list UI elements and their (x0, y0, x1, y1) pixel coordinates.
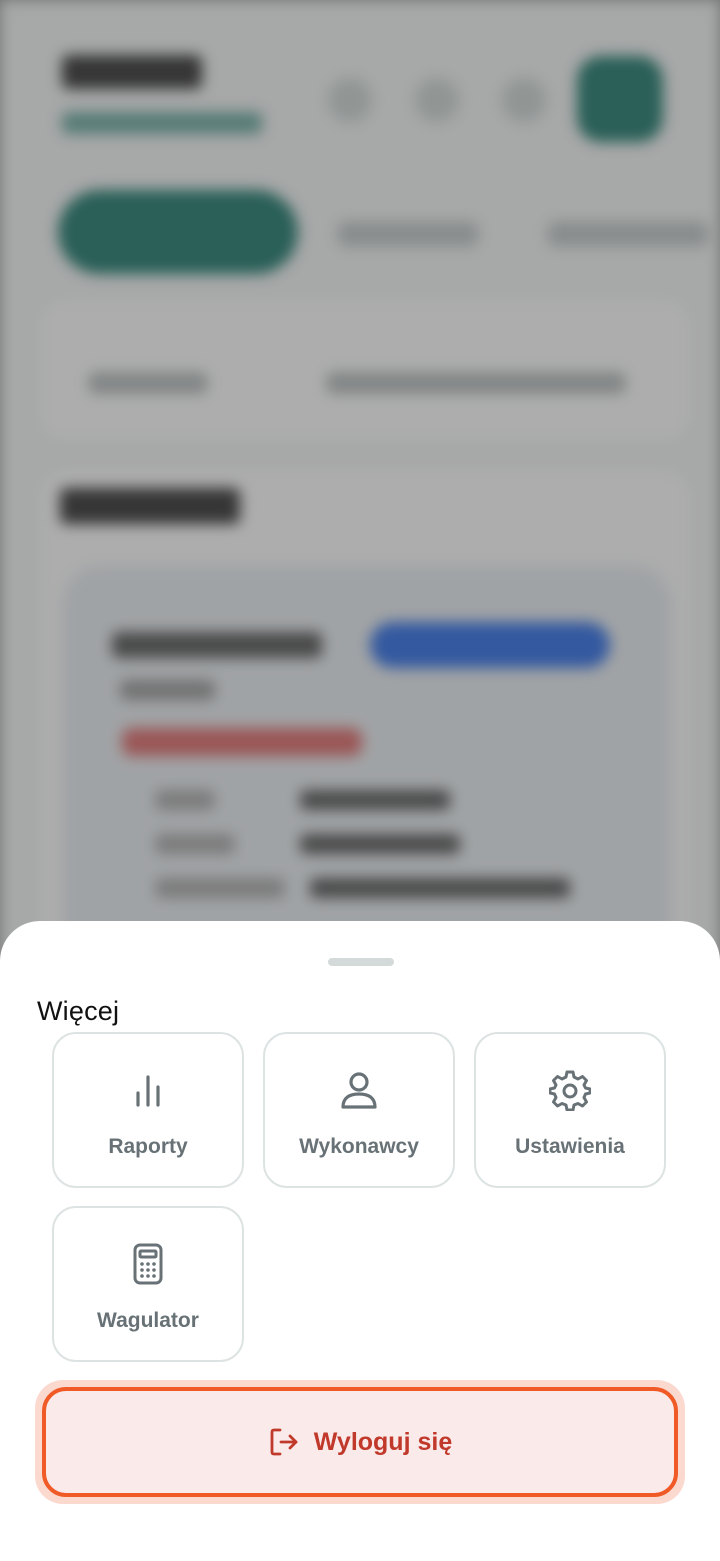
logout-label: Wyloguj się (313, 1427, 453, 1456)
sheet-title: Więcej (37, 996, 120, 1026)
bar-chart-icon (136, 1075, 160, 1107)
calculator-icon (133, 1243, 163, 1285)
more-bottom-sheet: Więcej Raporty Wykonawcy Ustawienia Wagu… (0, 921, 720, 1561)
tile-wagulator[interactable]: Wagulator (52, 1206, 244, 1362)
tile-label: Raporty (108, 1135, 188, 1158)
tile-wykonawcy[interactable]: Wykonawcy (263, 1032, 455, 1188)
tile-label: Ustawienia (515, 1135, 625, 1158)
gear-icon (549, 1070, 591, 1111)
tile-ustawienia[interactable]: Ustawienia (474, 1032, 666, 1188)
logout-content: Wyloguj się (46, 1391, 674, 1493)
drag-handle[interactable] (328, 958, 394, 966)
tile-label: Wagulator (97, 1309, 199, 1332)
logout-icon (270, 1428, 298, 1456)
tile-label: Wykonawcy (299, 1135, 419, 1158)
logout-button[interactable]: Wyloguj się (42, 1387, 678, 1497)
user-icon (341, 1072, 377, 1109)
tile-raporty[interactable]: Raporty (52, 1032, 244, 1188)
